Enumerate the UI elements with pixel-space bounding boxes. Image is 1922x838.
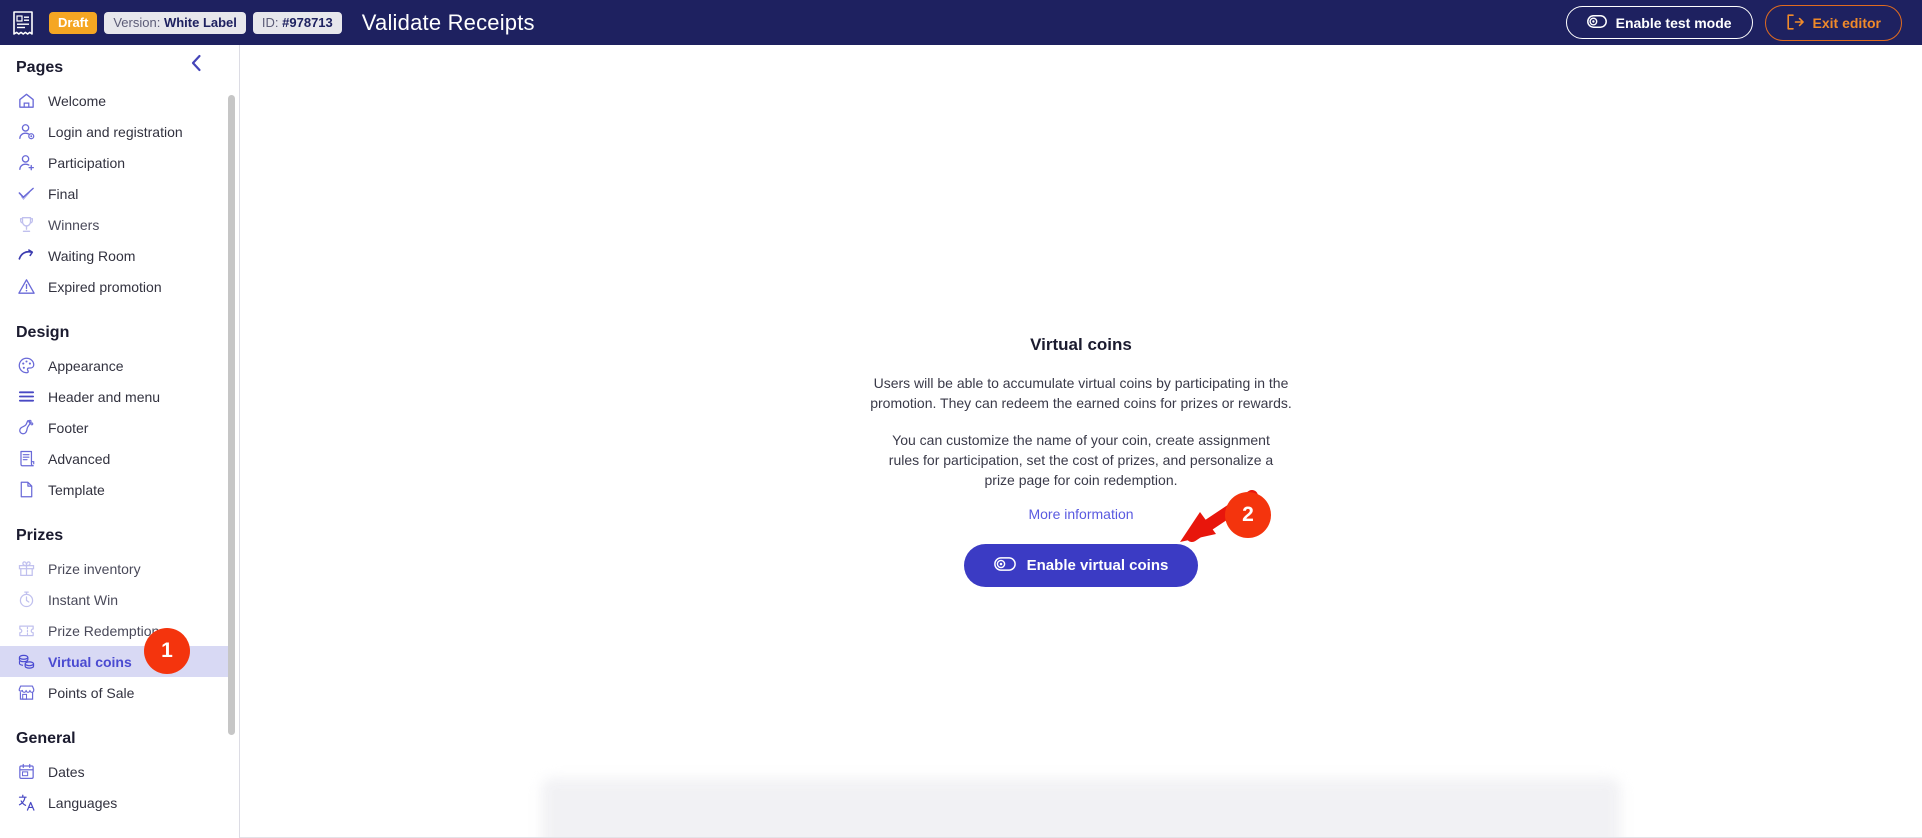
sidebar-item-points-of-sale[interactable]: Points of Sale [0,677,230,708]
sidebar-item-label: Welcome [48,92,107,109]
sidebar-item-footer[interactable]: Footer [0,412,230,443]
sidebar-item-winners[interactable]: Winners [0,209,230,240]
sidebar-item-label: Languages [48,794,118,811]
card-paragraph-2: You can customize the name of your coin,… [888,431,1274,489]
check-shield-icon [16,184,36,204]
chevron-left-icon [190,54,203,77]
ticket-icon [16,621,36,641]
sidebar-item-label: Appearance [48,357,124,374]
sidebar-item-label: Expired promotion [48,278,162,295]
sidebar-item-label: Dates [48,763,85,780]
main-content: Virtual coins Users will be able to accu… [240,45,1922,838]
sidebar-item-label: Login and registration [48,123,183,140]
top-bar: Draft Version: White Label ID: #978713 V… [0,0,1922,45]
enable-test-mode-label: Enable test mode [1615,14,1732,31]
enable-virtual-coins-button[interactable]: Enable virtual coins [963,544,1199,588]
store-icon [16,683,36,703]
enable-virtual-coins-label: Enable virtual coins [1026,557,1169,575]
section-title-general: General [16,730,76,747]
sidebar-item-label: Winners [48,216,100,233]
sidebar-scroll-content: Pages Welcome Login and registration Par… [0,45,230,838]
sidebar-collapse-button[interactable] [184,53,208,77]
sidebar-item-advanced[interactable]: Advanced [0,443,230,474]
sidebar-item-label: Header and menu [48,388,161,405]
sidebar-item-virtual-coins[interactable]: Virtual coins [0,646,230,677]
coins-stack-icon [16,652,36,672]
sidebar-item-languages[interactable]: Languages [0,787,230,818]
more-information-link[interactable]: More information [1028,506,1133,522]
toggle-icon [1586,15,1607,30]
sidebar-item-label: Advanced [48,450,111,467]
sidebar-item-instant-win[interactable]: Instant Win [0,584,230,615]
user-add-icon [16,153,36,173]
sidebar-item-label: Waiting Room [48,247,136,264]
top-bar-actions: Enable test mode Exit editor [1565,4,1902,41]
sidebar-section-header-pages: Pages [0,45,230,85]
home-icon [16,91,36,111]
warning-triangle-icon [16,277,36,297]
document-icon [16,480,36,500]
id-value: #978713 [282,14,333,30]
exit-editor-label: Exit editor [1812,14,1881,31]
sidebar-item-label: Template [48,481,105,498]
stopwatch-icon [16,590,36,610]
annotation-badge-1: 1 [144,628,190,674]
menu-lines-icon [16,387,36,407]
sidebar-item-appearance[interactable]: Appearance [0,350,230,381]
sidebar-scrollbar-thumb[interactable] [228,95,235,735]
code-scroll-icon [16,449,36,469]
toggle-icon [993,557,1016,574]
sidebar-item-label: Points of Sale [48,684,135,701]
logout-icon [1786,13,1804,32]
enable-test-mode-button[interactable]: Enable test mode [1565,6,1753,39]
sidebar-item-final[interactable]: Final [0,178,230,209]
sidebar: Pages Welcome Login and registration Par… [0,45,240,838]
promotion-id-badge: ID: #978713 [252,11,342,34]
footer-icon [16,418,36,438]
sidebar-item-participation[interactable]: Participation [0,147,230,178]
hourglass-arrow-icon [16,246,36,266]
trophy-icon [16,215,36,235]
sidebar-item-prize-redemption[interactable]: Prize Redemption [0,615,230,646]
sidebar-item-prize-inventory[interactable]: Prize inventory [0,553,230,584]
card-paragraph-1: Users will be able to accumulate virtual… [870,375,1292,412]
calendar-icon [16,762,36,782]
receipt-icon [11,10,35,36]
sidebar-item-waiting-room[interactable]: Waiting Room [0,240,230,271]
palette-icon [16,356,36,376]
sidebar-item-dates[interactable]: Dates [0,756,230,787]
version-badge: Version: White Label [104,11,246,34]
section-title-design: Design [16,324,70,341]
virtual-coins-empty-state: Virtual coins Users will be able to accu… [851,335,1311,588]
sidebar-item-label: Final [48,185,79,202]
sidebar-item-expired-promotion[interactable]: Expired promotion [0,271,230,302]
sidebar-item-label: Prize inventory [48,560,141,577]
sidebar-item-label: Participation [48,154,126,171]
card-title: Virtual coins [1030,335,1132,354]
sidebar-item-template[interactable]: Template [0,474,230,505]
section-title-prizes: Prizes [16,527,64,544]
section-title-pages: Pages [16,59,64,76]
translate-icon [16,793,36,813]
bottom-preview-panel [541,778,1621,838]
sidebar-item-welcome[interactable]: Welcome [0,85,230,116]
enable-button-row: Enable virtual coins [851,544,1311,588]
sidebar-item-label: Prize Redemption [48,622,160,639]
user-check-icon [16,122,36,142]
sidebar-item-label: Virtual coins [48,653,132,670]
gift-icon [16,559,36,579]
app-logo[interactable] [0,0,45,45]
version-value: White Label [163,14,237,30]
id-label: ID: [261,14,279,30]
status-badge: Draft [49,11,98,34]
version-label: Version: [113,14,161,30]
sidebar-item-header-and-menu[interactable]: Header and menu [0,381,230,412]
annotation-badge-2: 2 [1225,492,1271,538]
sidebar-item-label: Footer [48,419,89,436]
page-title: Validate Receipts [361,9,535,35]
exit-editor-button[interactable]: Exit editor [1764,4,1902,41]
sidebar-item-label: Instant Win [48,591,119,608]
sidebar-item-login-and-registration[interactable]: Login and registration [0,116,230,147]
